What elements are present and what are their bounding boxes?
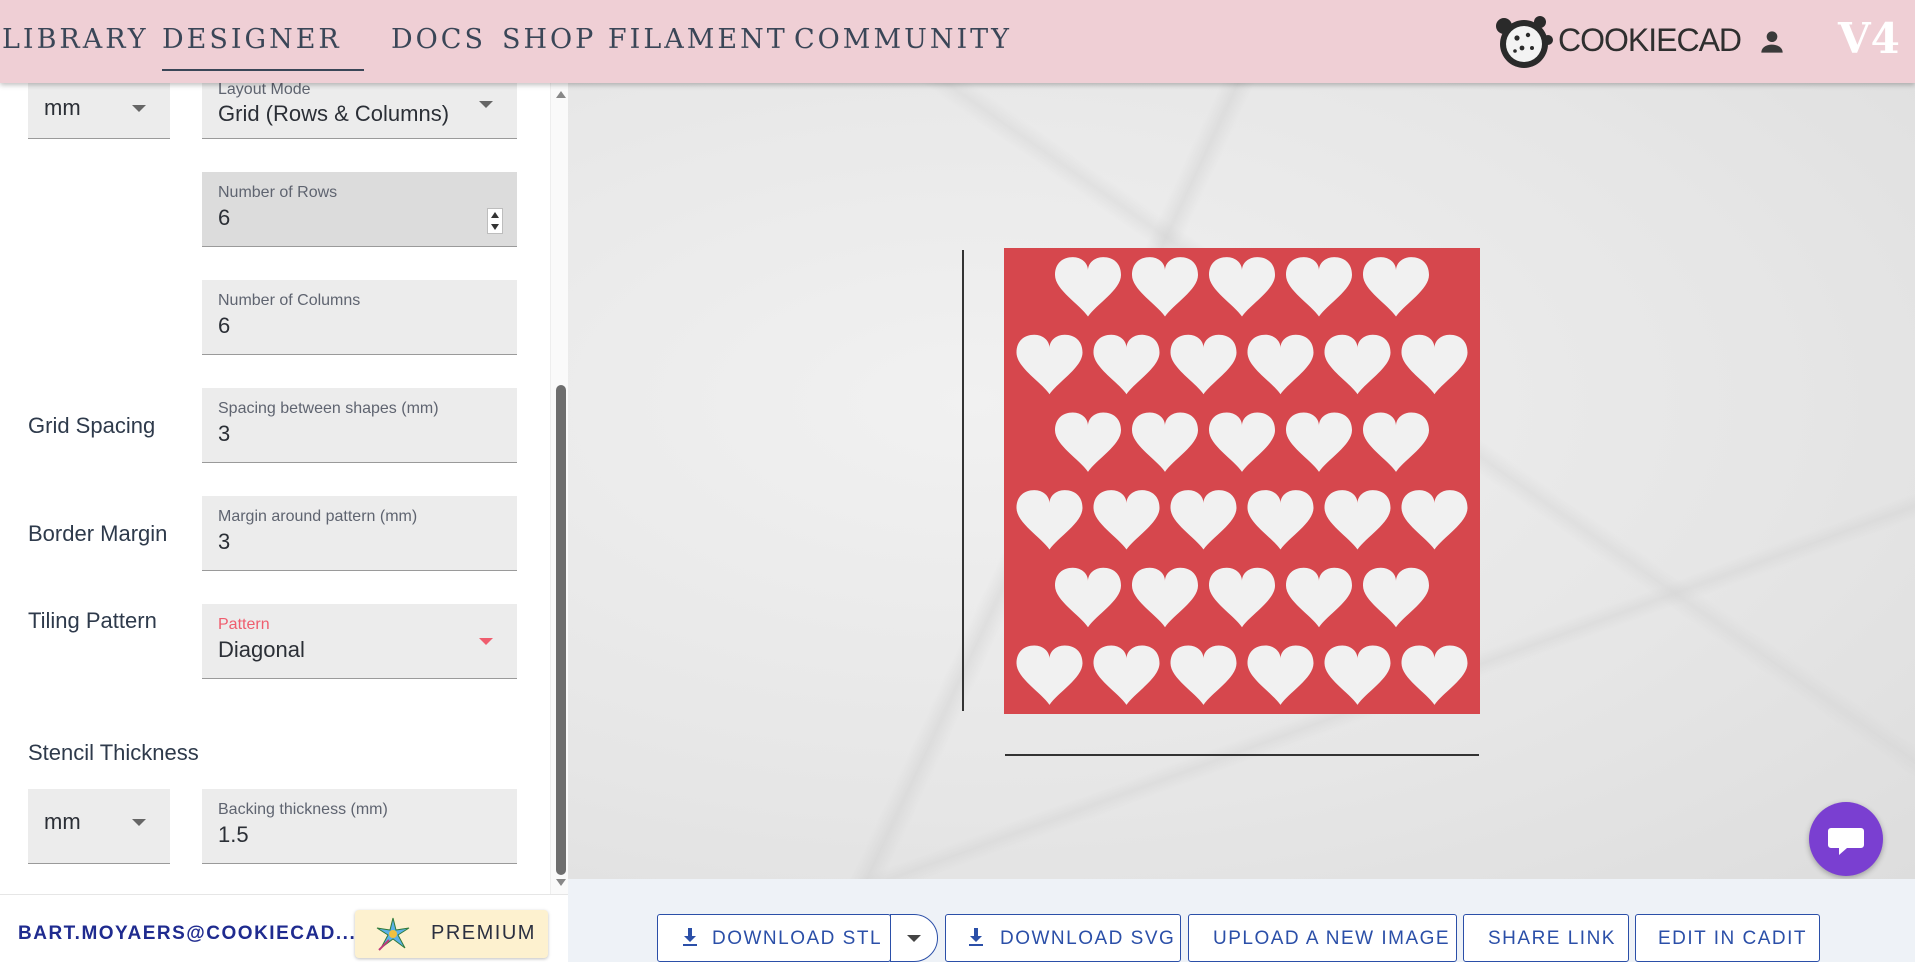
stepper-down-icon[interactable]	[491, 224, 499, 230]
stencil-thickness-heading: Stencil Thickness	[28, 740, 199, 765]
units-value: mm	[44, 809, 81, 834]
nav-designer[interactable]: DESIGNER	[162, 24, 342, 55]
chat-icon	[1828, 828, 1864, 855]
stencil-preview[interactable]	[568, 83, 1915, 879]
share-link-label: SHARE LINK	[1488, 928, 1616, 949]
settings-panel: mm Layout Mode Grid (Rows & Columns) Num…	[0, 83, 568, 894]
rows-input[interactable]: Number of Rows 6	[202, 172, 517, 247]
chat-button[interactable]	[1809, 802, 1883, 876]
margin-value: 3	[218, 529, 231, 554]
layout-mode-value: Grid (Rows & Columns)	[218, 101, 450, 126]
margin-input[interactable]: Margin around pattern (mm) 3	[202, 496, 517, 571]
top-nav-bar: LIBRARY DESIGNER DOCS SHOP FILAMENT COMM…	[0, 0, 1915, 83]
columns-label: Number of Columns	[218, 292, 361, 309]
nav-active-indicator	[162, 69, 364, 71]
account-icon[interactable]	[1756, 26, 1788, 58]
scroll-down-icon[interactable]	[556, 879, 566, 886]
scroll-up-icon[interactable]	[556, 91, 566, 98]
chevron-down-icon	[132, 819, 146, 826]
chevron-down-icon	[907, 935, 921, 942]
margin-label: Margin around pattern (mm)	[218, 508, 418, 525]
download-svg-label: DOWNLOAD SVG	[1000, 928, 1176, 949]
account-footer: BART.MOYAERS@COOKIECAD.... PREMIUM	[0, 894, 568, 962]
layout-mode-select[interactable]: Layout Mode Grid (Rows & Columns)	[202, 83, 517, 139]
chevron-down-icon	[132, 105, 146, 112]
columns-value: 6	[218, 313, 231, 338]
spacing-value: 3	[218, 421, 231, 446]
chevron-down-icon	[479, 638, 493, 645]
share-link-button[interactable]: SHARE LINK	[1463, 914, 1629, 962]
scroll-thumb[interactable]	[556, 385, 566, 875]
stencil-plate[interactable]	[1004, 248, 1480, 714]
upload-image-button[interactable]: UPLOAD A NEW IMAGE	[1188, 914, 1457, 962]
settings-scrollbar[interactable]	[550, 83, 568, 894]
premium-label: PREMIUM	[431, 922, 536, 944]
spacing-label: Spacing between shapes (mm)	[218, 400, 439, 417]
rows-value: 6	[218, 205, 231, 230]
premium-button[interactable]: PREMIUM	[355, 910, 548, 958]
rows-label: Number of Rows	[218, 184, 338, 201]
nav-docs[interactable]: DOCS	[391, 24, 486, 55]
pattern-value: Diagonal	[218, 637, 305, 662]
pattern-label: Pattern	[218, 616, 270, 633]
download-icon	[683, 928, 697, 946]
stepper-up-icon[interactable]	[491, 212, 499, 218]
grid-spacing-heading: Grid Spacing	[28, 413, 156, 438]
pattern-select[interactable]: Pattern Diagonal	[202, 604, 517, 679]
thickness-label: Backing thickness (mm)	[218, 801, 388, 818]
tiling-pattern-heading: Tiling Pattern	[28, 608, 157, 633]
download-options-dropdown[interactable]	[890, 914, 938, 962]
download-stl-label: DOWNLOAD STL	[712, 928, 883, 949]
layout-mode-label: Layout Mode	[218, 83, 311, 98]
download-svg-button[interactable]: DOWNLOAD SVG	[945, 914, 1181, 962]
sparkle-icon	[376, 917, 410, 951]
edit-in-cadit-button[interactable]: EDIT IN CADIT	[1635, 914, 1820, 962]
units-select-thickness[interactable]: mm	[28, 789, 170, 864]
nav-community[interactable]: COMMUNITY	[794, 24, 1012, 55]
nav-library[interactable]: LIBRARY	[2, 24, 149, 55]
upload-image-label: UPLOAD A NEW IMAGE	[1213, 928, 1451, 949]
nav-shop-filament[interactable]: SHOP FILAMENT	[502, 24, 788, 55]
chevron-down-icon	[479, 101, 493, 108]
border-margin-heading: Border Margin	[28, 521, 168, 546]
thickness-value: 1.5	[218, 822, 249, 847]
units-select-top[interactable]: mm	[28, 83, 170, 139]
download-stl-button[interactable]: DOWNLOAD STL	[657, 914, 891, 962]
cookiecad-logo-icon[interactable]	[1490, 8, 1558, 74]
user-email-link[interactable]: BART.MOYAERS@COOKIECAD....	[18, 923, 363, 945]
columns-input[interactable]: Number of Columns 6	[202, 280, 517, 355]
preview-canvas[interactable]	[568, 83, 1915, 879]
spacing-input[interactable]: Spacing between shapes (mm) 3	[202, 388, 517, 463]
download-icon	[969, 928, 983, 946]
units-value: mm	[44, 95, 81, 120]
thickness-input[interactable]: Backing thickness (mm) 1.5	[202, 789, 517, 864]
rows-stepper[interactable]	[487, 208, 503, 234]
edit-in-cadit-label: EDIT IN CADIT	[1658, 928, 1807, 949]
version-badge: V4	[1838, 14, 1900, 63]
brand-name[interactable]: COOKIECAD	[1558, 22, 1742, 59]
